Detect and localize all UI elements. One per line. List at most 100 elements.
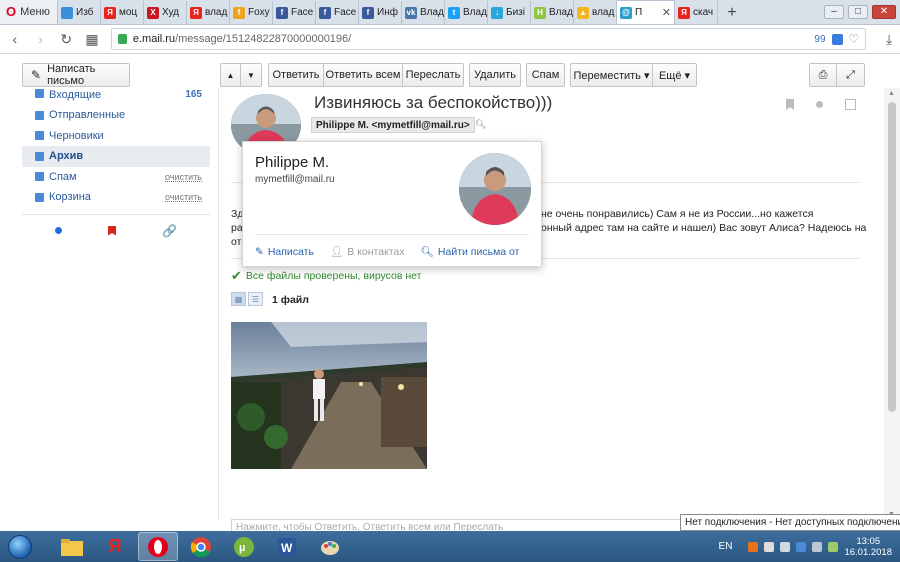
print-icon[interactable]: ⎙ (810, 64, 837, 86)
scroll-up-icon[interactable]: ▲ (888, 90, 895, 97)
browser-tab[interactable]: Ямоц (101, 1, 144, 24)
forward-button[interactable]: Переслать (403, 64, 463, 86)
next-message-button[interactable]: ▼ (241, 64, 261, 86)
delete-button[interactable]: Удалить (469, 63, 521, 87)
language-indicator[interactable]: EN (719, 541, 733, 552)
url-input[interactable]: e.mail.ru/message/15124822870000000196/ … (110, 28, 867, 50)
browser-tab[interactable]: t Влад (445, 1, 488, 24)
tray-printer-icon[interactable] (812, 541, 823, 552)
browser-tab[interactable]: f Foxy (230, 1, 273, 24)
reply-all-button[interactable]: Ответить всем (324, 64, 403, 86)
attachment-filter-icon[interactable]: 🔗 (162, 224, 177, 238)
tray-shield-icon[interactable] (764, 541, 775, 552)
scrollbar-thumb[interactable] (888, 102, 896, 412)
compose-button[interactable]: ✎ Написать письмо (22, 63, 130, 87)
taskbar-utorrent[interactable]: µ (224, 532, 264, 561)
svg-text:µ: µ (239, 542, 245, 554)
new-tab-button[interactable]: + (718, 1, 746, 24)
address-bar: ‹ › ↻ ▦ e.mail.ru/message/15124822870000… (0, 25, 900, 54)
taskbar-chrome[interactable] (181, 532, 221, 561)
browser-tab[interactable]: Яскач (675, 1, 718, 24)
browser-tab[interactable]: f Инф (359, 1, 402, 24)
prev-message-button[interactable]: ▲ (221, 64, 241, 86)
browser-menu-label: Меню (20, 5, 50, 18)
browser-tab[interactable]: ▲ влад (574, 1, 617, 24)
network-icon[interactable] (828, 541, 839, 552)
browser-tab[interactable]: ↓ Бизі (488, 1, 531, 24)
browser-menu-button[interactable]: O Меню (0, 0, 58, 24)
tab-close-icon[interactable]: ✕ (662, 6, 671, 19)
contact-actions: ✎ Написать 👤︎ В контактах 🔍︎ Найти письм… (255, 245, 520, 259)
sidebar-item[interactable]: Отправленные (22, 105, 210, 126)
reply-button[interactable]: Ответить (269, 64, 324, 86)
tray-app-icon[interactable] (748, 541, 759, 552)
find-letters-button[interactable]: 🔍︎ Найти письма от (420, 245, 520, 259)
clock[interactable]: 13:05 16.01.2018 (844, 536, 892, 558)
flagged-filter-icon[interactable] (108, 225, 117, 236)
windows-logo-icon (8, 534, 32, 559)
compose-icon: ✎ (31, 68, 42, 82)
attachment-thumbnail[interactable] (231, 322, 427, 469)
browser-tab[interactable]: vk Влад (402, 1, 445, 24)
start-button[interactable] (0, 531, 40, 562)
shield-icon[interactable] (831, 33, 843, 45)
tab-label: моц (119, 7, 138, 18)
back-icon[interactable]: ‹ (4, 28, 26, 50)
search-icon: 🔍︎ (420, 246, 434, 258)
clock-date: 16.01.2018 (844, 546, 892, 558)
sidebar-item[interactable]: Корзина очистить (22, 187, 210, 208)
browser-tab[interactable]: @ П ✕ (617, 0, 675, 24)
taskbar-explorer[interactable] (52, 532, 92, 561)
contact-person-icon: 👤︎ (329, 246, 344, 258)
browser-tab[interactable]: X Худ (144, 1, 187, 24)
forward-icon[interactable]: › (30, 28, 52, 50)
folder-icon (35, 89, 44, 98)
read-status-icon[interactable] (816, 101, 823, 108)
bookmark-heart-icon[interactable]: ♡ (849, 32, 860, 46)
unread-filter-icon[interactable] (55, 227, 62, 234)
sidebar-item[interactable]: Архив (22, 146, 210, 167)
expand-icon[interactable]: ⤢ (837, 64, 864, 86)
browser-tab[interactable]: f Face (316, 1, 359, 24)
sender-chip[interactable]: Philippe M. <mymetfill@mail.ru> (311, 117, 475, 133)
sidebar-item-label: Отправленные (49, 109, 126, 122)
tab-favicon-icon: Я (190, 6, 202, 19)
taskbar-opera[interactable] (138, 532, 178, 561)
maximize-button[interactable]: □ (848, 4, 868, 19)
search-sender-icon[interactable]: 🔍︎ (475, 119, 486, 130)
taskbar-word[interactable]: W (267, 532, 307, 561)
download-icon[interactable]: ⤓ (878, 28, 900, 50)
move-button[interactable]: Переместить ▾ (571, 64, 653, 86)
volume-icon[interactable] (780, 541, 791, 552)
message-options-icon[interactable] (845, 99, 856, 110)
tab-favicon-icon (61, 6, 73, 19)
more-button[interactable]: Ещё ▾ (653, 64, 696, 86)
minimize-button[interactable]: – (824, 4, 844, 19)
tray-mail-icon[interactable] (796, 541, 807, 552)
tab-favicon-icon: vk (405, 6, 417, 19)
clear-folder-link[interactable]: очистить (165, 192, 202, 202)
browser-tab[interactable]: Изб (58, 1, 101, 24)
speed-dial-icon[interactable]: ▦ (81, 28, 103, 50)
taskbar-yandex-browser[interactable]: Я (95, 532, 135, 561)
browser-tab[interactable]: Явлад (187, 1, 230, 24)
clear-folder-link[interactable]: очистить (165, 172, 202, 182)
taskbar-paint[interactable] (310, 532, 350, 561)
sidebar-item-label: Корзина (49, 191, 91, 204)
write-to-contact-button[interactable]: ✎ Написать (255, 245, 314, 258)
flag-icon[interactable] (786, 99, 794, 110)
vertical-scrollbar[interactable]: ▲ ▼ (884, 88, 900, 520)
tab-favicon-icon: t (448, 6, 460, 19)
close-window-button[interactable]: ✕ (872, 4, 896, 19)
sidebar-item[interactable]: Спам очистить (22, 167, 210, 188)
list-view-icon[interactable]: ☰ (248, 292, 263, 306)
grid-view-icon[interactable]: ▦ (231, 292, 246, 306)
tab-label: Худ (162, 7, 179, 18)
in-contacts-indicator: 👤︎ В контактах (329, 245, 405, 259)
spam-button[interactable]: Спам (526, 63, 565, 87)
reload-icon[interactable]: ↻ (55, 28, 77, 50)
browser-tab[interactable]: H Влад (531, 1, 574, 24)
browser-tab[interactable]: f Face (273, 1, 316, 24)
sidebar-item[interactable]: Входящие 165 (22, 88, 210, 105)
sidebar-item[interactable]: Черновики (22, 126, 210, 147)
